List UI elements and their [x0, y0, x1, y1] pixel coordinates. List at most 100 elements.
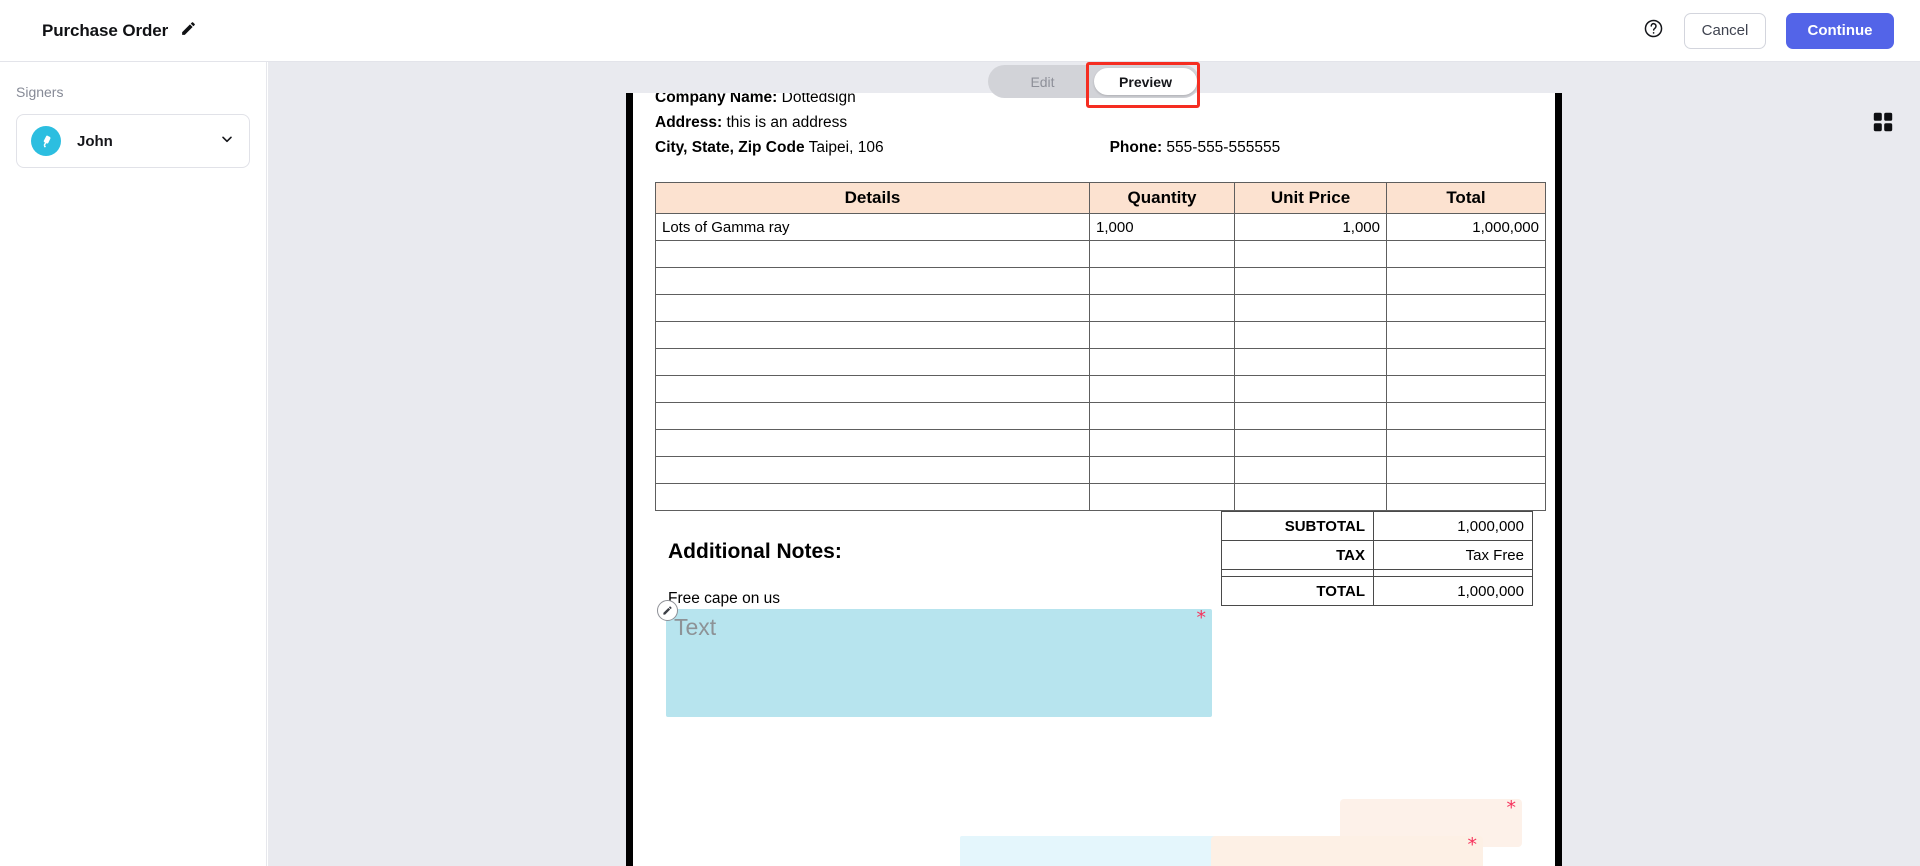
cell-total [1386, 294, 1546, 322]
address-value: this is an address [726, 114, 848, 131]
chevron-down-icon [219, 131, 235, 152]
phone-group: Phone: 555-555-555555 [1110, 135, 1281, 160]
cell-total [1386, 483, 1546, 511]
signers-section-label: Signers [16, 84, 64, 100]
help-circle-icon[interactable] [1643, 18, 1664, 44]
cancel-button[interactable]: Cancel [1684, 12, 1766, 49]
required-asterisk: * [1196, 607, 1207, 629]
column-header-quantity: Quantity [1089, 182, 1235, 214]
table-row [655, 294, 1546, 322]
cell-details [655, 294, 1090, 322]
spacer-cell-left [1221, 569, 1374, 577]
table-row [655, 402, 1546, 430]
tab-preview[interactable]: Preview [1094, 68, 1197, 95]
cell-details [655, 402, 1090, 430]
totals-row-subtotal: SUBTOTAL 1,000,000 [1221, 511, 1533, 541]
subtotal-value: 1,000,000 [1373, 511, 1533, 541]
cell-total [1386, 240, 1546, 268]
table-row [655, 321, 1546, 349]
cell-total [1386, 267, 1546, 295]
grid-icon[interactable] [1870, 109, 1896, 135]
cell-unit-price [1234, 483, 1387, 511]
cell-unit-price: 1,000 [1234, 213, 1387, 241]
document-title-group: Purchase Order [42, 20, 197, 42]
items-table: Details Quantity Unit Price Total Lots o… [655, 182, 1546, 511]
cell-quantity [1089, 240, 1235, 268]
table-row [655, 456, 1546, 484]
cell-unit-price [1234, 294, 1387, 322]
totals-spacer-row [1221, 569, 1533, 577]
table-row [655, 483, 1546, 511]
phone-label: Phone: [1109, 139, 1163, 156]
phone-value: 555-555-555555 [1166, 139, 1281, 156]
cell-unit-price [1234, 402, 1387, 430]
address-label: Address: [655, 114, 723, 131]
cell-unit-price [1234, 240, 1387, 268]
continue-button[interactable]: Continue [1786, 12, 1894, 49]
totals-row-total: TOTAL 1,000,000 [1221, 576, 1533, 606]
text-field[interactable]: Text * [657, 600, 1212, 717]
cell-quantity [1089, 294, 1235, 322]
column-header-details: Details [655, 182, 1090, 214]
additional-notes-body: Free cape on us [668, 590, 781, 607]
cell-details [655, 240, 1090, 268]
text-field-placeholder: Text [674, 614, 717, 640]
city-group: City, State, Zip Code Taipei, 106 [655, 135, 884, 160]
cell-total [1386, 429, 1546, 457]
tab-edit[interactable]: Edit [991, 68, 1094, 95]
totals-row-tax: TAX Tax Free [1221, 540, 1533, 570]
pencil-icon[interactable] [180, 20, 197, 42]
sidebar: Signers John [0, 62, 267, 866]
cell-total [1386, 375, 1546, 403]
tax-label: TAX [1221, 540, 1374, 570]
cell-unit-price [1234, 429, 1387, 457]
cell-details [655, 267, 1090, 295]
top-bar: Purchase Order Cancel Continue [0, 0, 1920, 62]
cell-total [1386, 456, 1546, 484]
table-header-row: Details Quantity Unit Price Total [655, 182, 1546, 214]
cell-quantity [1089, 321, 1235, 349]
signer-name: John [77, 132, 113, 150]
city-value: Taipei, 106 [808, 139, 884, 156]
cell-details [655, 375, 1090, 403]
table-row [655, 240, 1546, 268]
cell-quantity [1089, 483, 1235, 511]
signer-dropdown[interactable]: John [16, 114, 250, 168]
cell-details [655, 429, 1090, 457]
totals-table: SUBTOTAL 1,000,000 TAX Tax Free TOTAL 1,… [1221, 511, 1533, 606]
additional-notes-title: Additional Notes: [668, 540, 842, 563]
vendor-signature-field[interactable]: * [1211, 836, 1483, 866]
cell-quantity [1089, 375, 1235, 403]
cell-unit-price [1234, 321, 1387, 349]
table-row: Lots of Gamma ray 1,000 1,000 1,000,000 [655, 213, 1546, 241]
cell-quantity [1089, 456, 1235, 484]
document-page: Company Name: Dottedsign Address: this i… [626, 93, 1562, 866]
table-row [655, 429, 1546, 457]
table-row [655, 348, 1546, 376]
table-row [655, 375, 1546, 403]
city-phone-line: City, State, Zip Code Taipei, 106 Phone:… [655, 135, 1533, 160]
column-header-unit-price: Unit Price [1234, 182, 1387, 214]
required-asterisk: * [1467, 834, 1478, 856]
cell-quantity: 1,000 [1089, 213, 1235, 241]
cell-quantity [1089, 429, 1235, 457]
company-name-label: Company Name: [655, 93, 778, 106]
spacer-cell-right [1373, 569, 1533, 577]
city-label: City, State, Zip Code [655, 139, 805, 156]
cell-unit-price [1234, 456, 1387, 484]
cell-details [655, 348, 1090, 376]
items-table-body: Lots of Gamma ray 1,000 1,000 1,000,000 [655, 213, 1546, 511]
total-label: TOTAL [1221, 576, 1374, 606]
required-asterisk: * [1506, 797, 1517, 819]
cell-total [1386, 402, 1546, 430]
sales-signature-field[interactable]: * [960, 836, 1237, 866]
page-title: Purchase Order [42, 20, 169, 40]
top-bar-actions: Cancel Continue [1643, 12, 1894, 49]
document-canvas: Edit Preview Company Name: Dottedsign Ad… [268, 62, 1920, 866]
mode-toggle: Edit Preview [988, 65, 1200, 98]
cell-details [655, 483, 1090, 511]
cell-unit-price [1234, 267, 1387, 295]
column-header-total: Total [1386, 182, 1546, 214]
company-name-value: Dottedsign [781, 93, 856, 106]
cell-unit-price [1234, 375, 1387, 403]
